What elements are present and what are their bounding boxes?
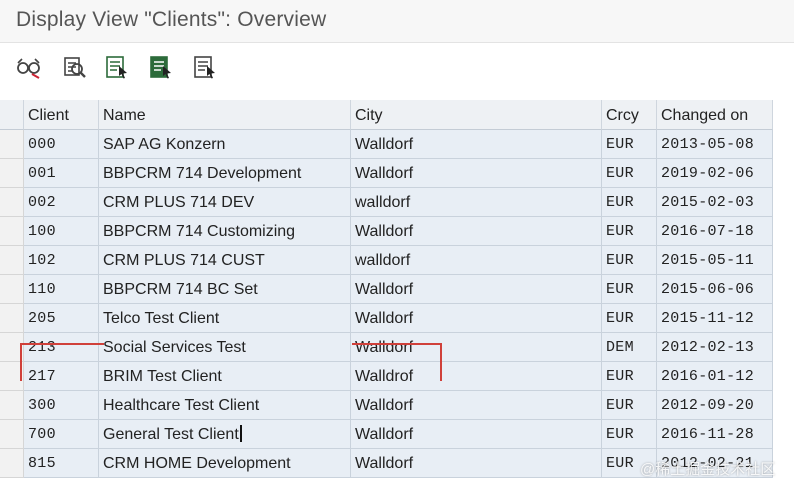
select-all-icon [106, 56, 127, 79]
client-cell[interactable]: 100 [24, 217, 99, 246]
changed-on-cell[interactable]: 2016-07-18 [657, 217, 773, 246]
crcy-cell[interactable]: EUR [602, 246, 657, 275]
title-bar: Display View "Clients": Overview [0, 0, 794, 43]
name-cell[interactable]: BRIM Test Client [99, 362, 351, 391]
column-header-city[interactable]: City [351, 100, 602, 130]
name-cell[interactable]: SAP AG Konzern [99, 130, 351, 159]
name-cell[interactable]: BBPCRM 714 Customizing [99, 217, 351, 246]
name-cell[interactable]: BBPCRM 714 Development [99, 159, 351, 188]
column-header-crcy[interactable]: Crcy [602, 100, 657, 130]
column-header-client[interactable]: Client [24, 100, 99, 130]
client-cell[interactable]: 700 [24, 420, 99, 449]
row-selector[interactable] [0, 188, 24, 217]
name-cell[interactable]: CRM PLUS 714 CUST [99, 246, 351, 275]
city-cell[interactable]: Walldorf [351, 449, 602, 478]
row-selector[interactable] [0, 304, 24, 333]
name-cell[interactable]: Healthcare Test Client [99, 391, 351, 420]
select-entries-button[interactable] [60, 53, 88, 81]
client-cell[interactable]: 217 [24, 362, 99, 391]
select-block-icon [150, 56, 171, 79]
client-cell[interactable]: 002 [24, 188, 99, 217]
deselect-all-button[interactable] [191, 53, 219, 81]
crcy-cell[interactable]: EUR [602, 159, 657, 188]
client-cell[interactable]: 001 [24, 159, 99, 188]
client-cell[interactable]: 000 [24, 130, 99, 159]
page-title: Display View "Clients": Overview [16, 8, 327, 31]
name-cell[interactable]: General Test Client [99, 420, 351, 449]
changed-on-cell[interactable]: 2015-06-06 [657, 275, 773, 304]
select-entries-icon [64, 57, 86, 78]
select-all-button[interactable] [103, 53, 131, 81]
annotation-left-top-line [20, 343, 104, 345]
crcy-cell[interactable]: EUR [602, 275, 657, 304]
city-cell[interactable]: Walldrof [351, 362, 602, 391]
annotation-right-top-line [352, 343, 442, 345]
select-all-rows-cell[interactable] [0, 100, 24, 130]
city-cell[interactable]: Walldorf [351, 217, 602, 246]
crcy-cell[interactable]: EUR [602, 188, 657, 217]
client-cell[interactable]: 815 [24, 449, 99, 478]
changed-on-cell[interactable]: 2016-11-28 [657, 420, 773, 449]
city-cell[interactable]: walldorf [351, 246, 602, 275]
annotation-right-line [440, 343, 442, 381]
name-cell[interactable]: CRM HOME Development [99, 449, 351, 478]
crcy-cell[interactable]: EUR [602, 362, 657, 391]
city-cell[interactable]: Walldorf [351, 420, 602, 449]
text-cursor [239, 425, 242, 442]
name-cell[interactable]: Telco Test Client [99, 304, 351, 333]
display-change-button[interactable] [14, 53, 42, 81]
city-cell[interactable]: Walldorf [351, 304, 602, 333]
changed-on-cell[interactable]: 2015-02-03 [657, 188, 773, 217]
row-selector[interactable] [0, 420, 24, 449]
application-toolbar [0, 43, 794, 93]
column-header-name[interactable]: Name [99, 100, 351, 130]
deselect-all-icon [194, 56, 215, 79]
row-selector[interactable] [0, 275, 24, 304]
city-cell[interactable]: Walldorf [351, 391, 602, 420]
crcy-cell[interactable]: EUR [602, 304, 657, 333]
row-selector[interactable] [0, 449, 24, 478]
crcy-cell[interactable]: EUR [602, 130, 657, 159]
changed-on-cell[interactable]: 2015-11-12 [657, 304, 773, 333]
changed-on-cell[interactable]: 2012-09-20 [657, 391, 773, 420]
client-cell[interactable]: 300 [24, 391, 99, 420]
crcy-cell[interactable]: EUR [602, 420, 657, 449]
city-cell[interactable]: walldorf [351, 188, 602, 217]
name-cell[interactable]: CRM PLUS 714 DEV [99, 188, 351, 217]
column-header-changed-on[interactable]: Changed on [657, 100, 773, 130]
row-selector[interactable] [0, 391, 24, 420]
city-cell[interactable]: Walldorf [351, 159, 602, 188]
city-cell[interactable]: Walldorf [351, 333, 602, 362]
name-cell[interactable]: Social Services Test [99, 333, 351, 362]
glasses-display-icon [17, 58, 40, 79]
annotation-left-line [20, 343, 22, 381]
select-block-button[interactable] [147, 53, 175, 81]
city-cell[interactable]: Walldorf [351, 130, 602, 159]
crcy-cell[interactable]: DEM [602, 333, 657, 362]
changed-on-cell[interactable]: 2013-05-08 [657, 130, 773, 159]
changed-on-cell[interactable]: 2016-01-12 [657, 362, 773, 391]
client-cell[interactable]: 102 [24, 246, 99, 275]
name-cell[interactable]: BBPCRM 714 BC Set [99, 275, 351, 304]
row-selector[interactable] [0, 159, 24, 188]
row-selector[interactable] [0, 246, 24, 275]
changed-on-cell[interactable]: 2019-02-06 [657, 159, 773, 188]
crcy-cell[interactable]: EUR [602, 391, 657, 420]
client-cell[interactable]: 213 [24, 333, 99, 362]
client-cell[interactable]: 205 [24, 304, 99, 333]
city-cell[interactable]: Walldorf [351, 275, 602, 304]
client-cell[interactable]: 110 [24, 275, 99, 304]
changed-on-cell[interactable]: 2015-05-11 [657, 246, 773, 275]
crcy-cell[interactable]: EUR [602, 217, 657, 246]
clients-table: Client Name City Crcy Changed on 000 SAP … [0, 100, 794, 486]
row-selector[interactable] [0, 217, 24, 246]
row-selector[interactable] [0, 130, 24, 159]
changed-on-cell[interactable]: 2012-02-13 [657, 333, 773, 362]
watermark-text: @稀土掘金技术社区 [640, 461, 776, 478]
